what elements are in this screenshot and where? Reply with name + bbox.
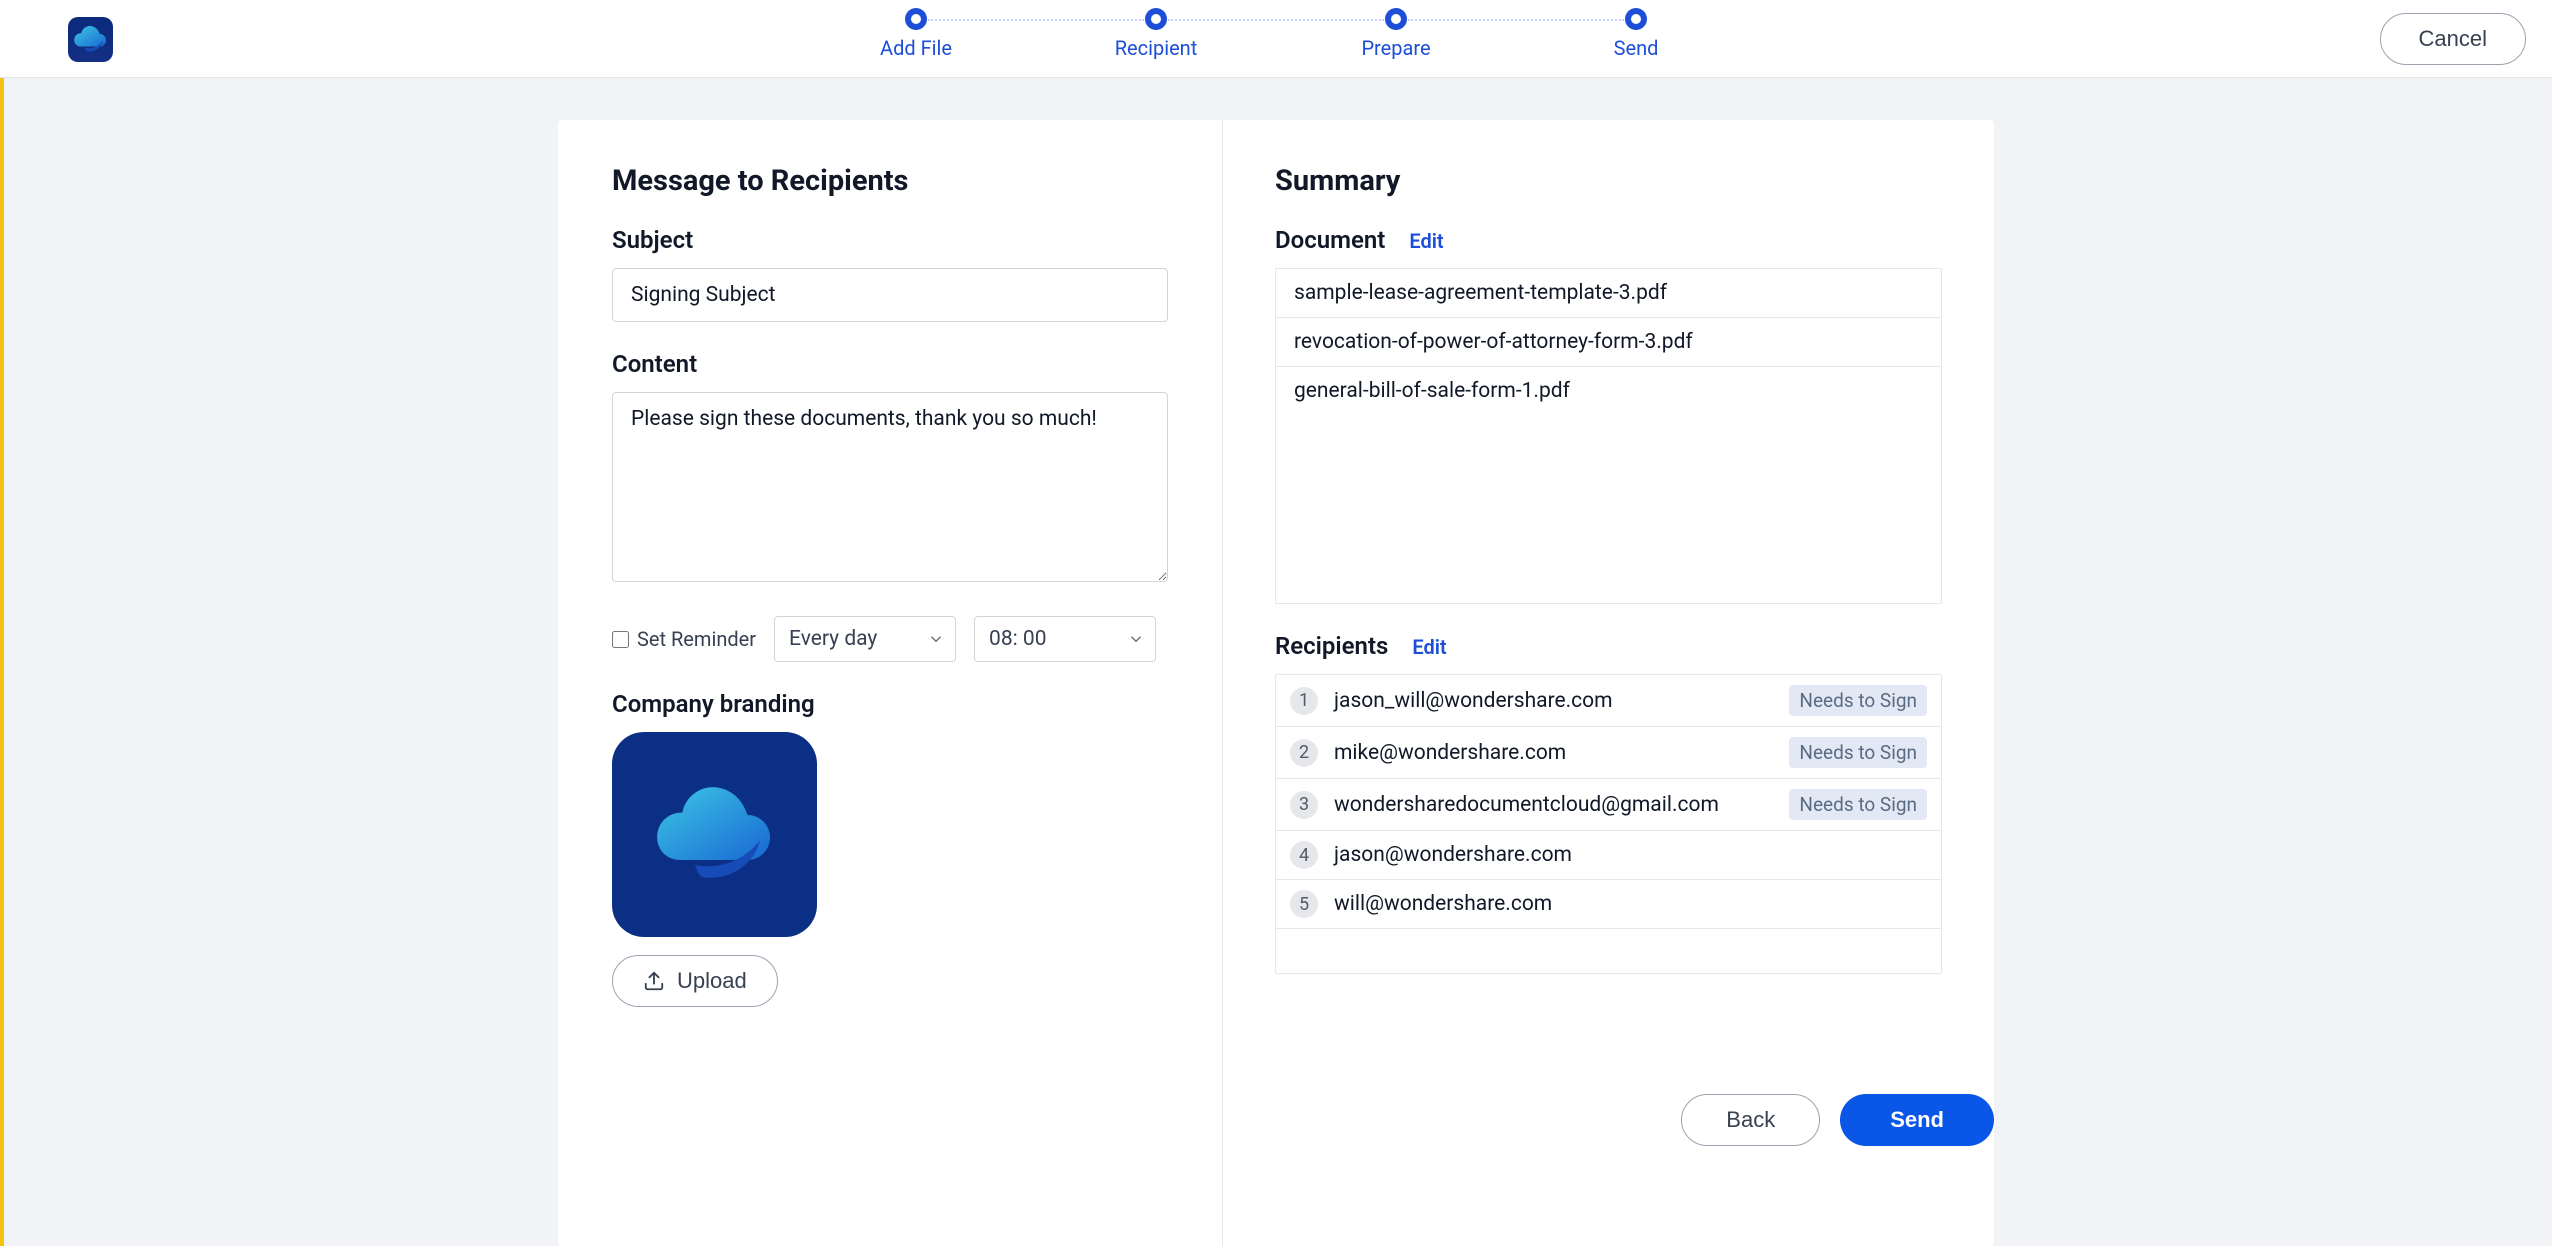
upload-button[interactable]: Upload [612, 955, 778, 1007]
recipient-row: 5 will@wondershare.com [1276, 880, 1941, 929]
stepper: Add File Recipient Prepare Send [796, 8, 1756, 60]
branding-label: Company branding [612, 690, 1168, 718]
content-area: Message to Recipients Subject Content Pl… [0, 78, 2552, 1246]
recipient-row: 1 jason_will@wondershare.com Needs to Sign [1276, 675, 1941, 727]
step-prepare[interactable]: Prepare [1276, 8, 1516, 60]
reminder-time-value: 08: 00 [989, 627, 1047, 651]
recipient-row: 3 wondersharedocumentcloud@gmail.com Needs… [1276, 779, 1941, 831]
recipients-edit-link[interactable]: Edit [1412, 635, 1446, 659]
recipients-section-label: Recipients [1275, 632, 1388, 660]
set-reminder-checkbox[interactable]: Set Reminder [612, 627, 756, 651]
main-card: Message to Recipients Subject Content Pl… [558, 120, 1994, 1246]
needs-to-sign-badge: Needs to Sign [1789, 789, 1927, 820]
summary-panel: Summary Document Edit sample-lease-agree… [1223, 120, 1994, 1246]
chevron-down-icon [927, 630, 945, 648]
step-recipient[interactable]: Recipient [1036, 8, 1276, 60]
reminder-frequency-select[interactable]: Every day [774, 616, 956, 662]
step-label: Recipient [1115, 36, 1198, 60]
step-add-file[interactable]: Add File [796, 8, 1036, 60]
step-label: Send [1614, 36, 1659, 60]
branding-logo-preview [612, 732, 817, 937]
recipient-number: 4 [1290, 841, 1318, 869]
recipient-email: jason@wondershare.com [1334, 843, 1572, 867]
recipients-table: 1 jason_will@wondershare.com Needs to Sign… [1275, 674, 1942, 974]
cloud-logo-icon [635, 755, 795, 915]
document-row: revocation-of-power-of-attorney-form-3.p… [1276, 318, 1941, 367]
message-panel: Message to Recipients Subject Content Pl… [558, 120, 1223, 1246]
back-button[interactable]: Back [1681, 1094, 1820, 1146]
recipient-number: 3 [1290, 791, 1318, 819]
app-logo [68, 17, 113, 62]
content-textarea[interactable]: Please sign these documents, thank you s… [612, 392, 1168, 582]
recipient-email: jason_will@wondershare.com [1334, 689, 1613, 713]
cancel-button[interactable]: Cancel [2380, 13, 2526, 65]
needs-to-sign-badge: Needs to Sign [1789, 685, 1927, 716]
document-table: sample-lease-agreement-template-3.pdfrev… [1275, 268, 1942, 604]
message-title: Message to Recipients [612, 164, 1168, 198]
chevron-down-icon [1127, 630, 1145, 648]
summary-title: Summary [1275, 164, 1942, 198]
upload-label: Upload [677, 968, 747, 994]
document-row: sample-lease-agreement-template-3.pdf [1276, 269, 1941, 318]
reminder-row: Set Reminder Every day 08: 00 [612, 616, 1168, 662]
recipient-email: will@wondershare.com [1334, 892, 1552, 916]
step-label: Add File [880, 36, 952, 60]
reminder-checkbox-input[interactable] [612, 631, 629, 648]
document-section-label: Document [1275, 226, 1385, 254]
subject-input[interactable] [612, 268, 1168, 322]
cloud-logo-icon [68, 17, 113, 62]
reminder-frequency-value: Every day [789, 627, 877, 651]
recipient-number: 5 [1290, 890, 1318, 918]
reminder-label: Set Reminder [637, 627, 756, 651]
upload-icon [643, 970, 665, 992]
content-label: Content [612, 350, 1168, 378]
recipient-number: 2 [1290, 739, 1318, 767]
step-send[interactable]: Send [1516, 8, 1756, 60]
footer-actions: Back Send [558, 1094, 1994, 1146]
document-row: general-bill-of-sale-form-1.pdf [1276, 367, 1941, 415]
subject-label: Subject [612, 226, 1168, 254]
recipient-number: 1 [1290, 687, 1318, 715]
recipient-email: wondersharedocumentcloud@gmail.com [1334, 793, 1719, 817]
header-bar: Add File Recipient Prepare Send Cancel [0, 0, 2552, 78]
recipient-row: 2 mike@wondershare.com Needs to Sign [1276, 727, 1941, 779]
needs-to-sign-badge: Needs to Sign [1789, 737, 1927, 768]
reminder-time-select[interactable]: 08: 00 [974, 616, 1156, 662]
recipient-row [1276, 929, 1941, 973]
send-button[interactable]: Send [1840, 1094, 1994, 1146]
step-label: Prepare [1361, 36, 1430, 60]
recipient-row: 4 jason@wondershare.com [1276, 831, 1941, 880]
document-edit-link[interactable]: Edit [1409, 229, 1443, 253]
recipient-email: mike@wondershare.com [1334, 741, 1566, 765]
